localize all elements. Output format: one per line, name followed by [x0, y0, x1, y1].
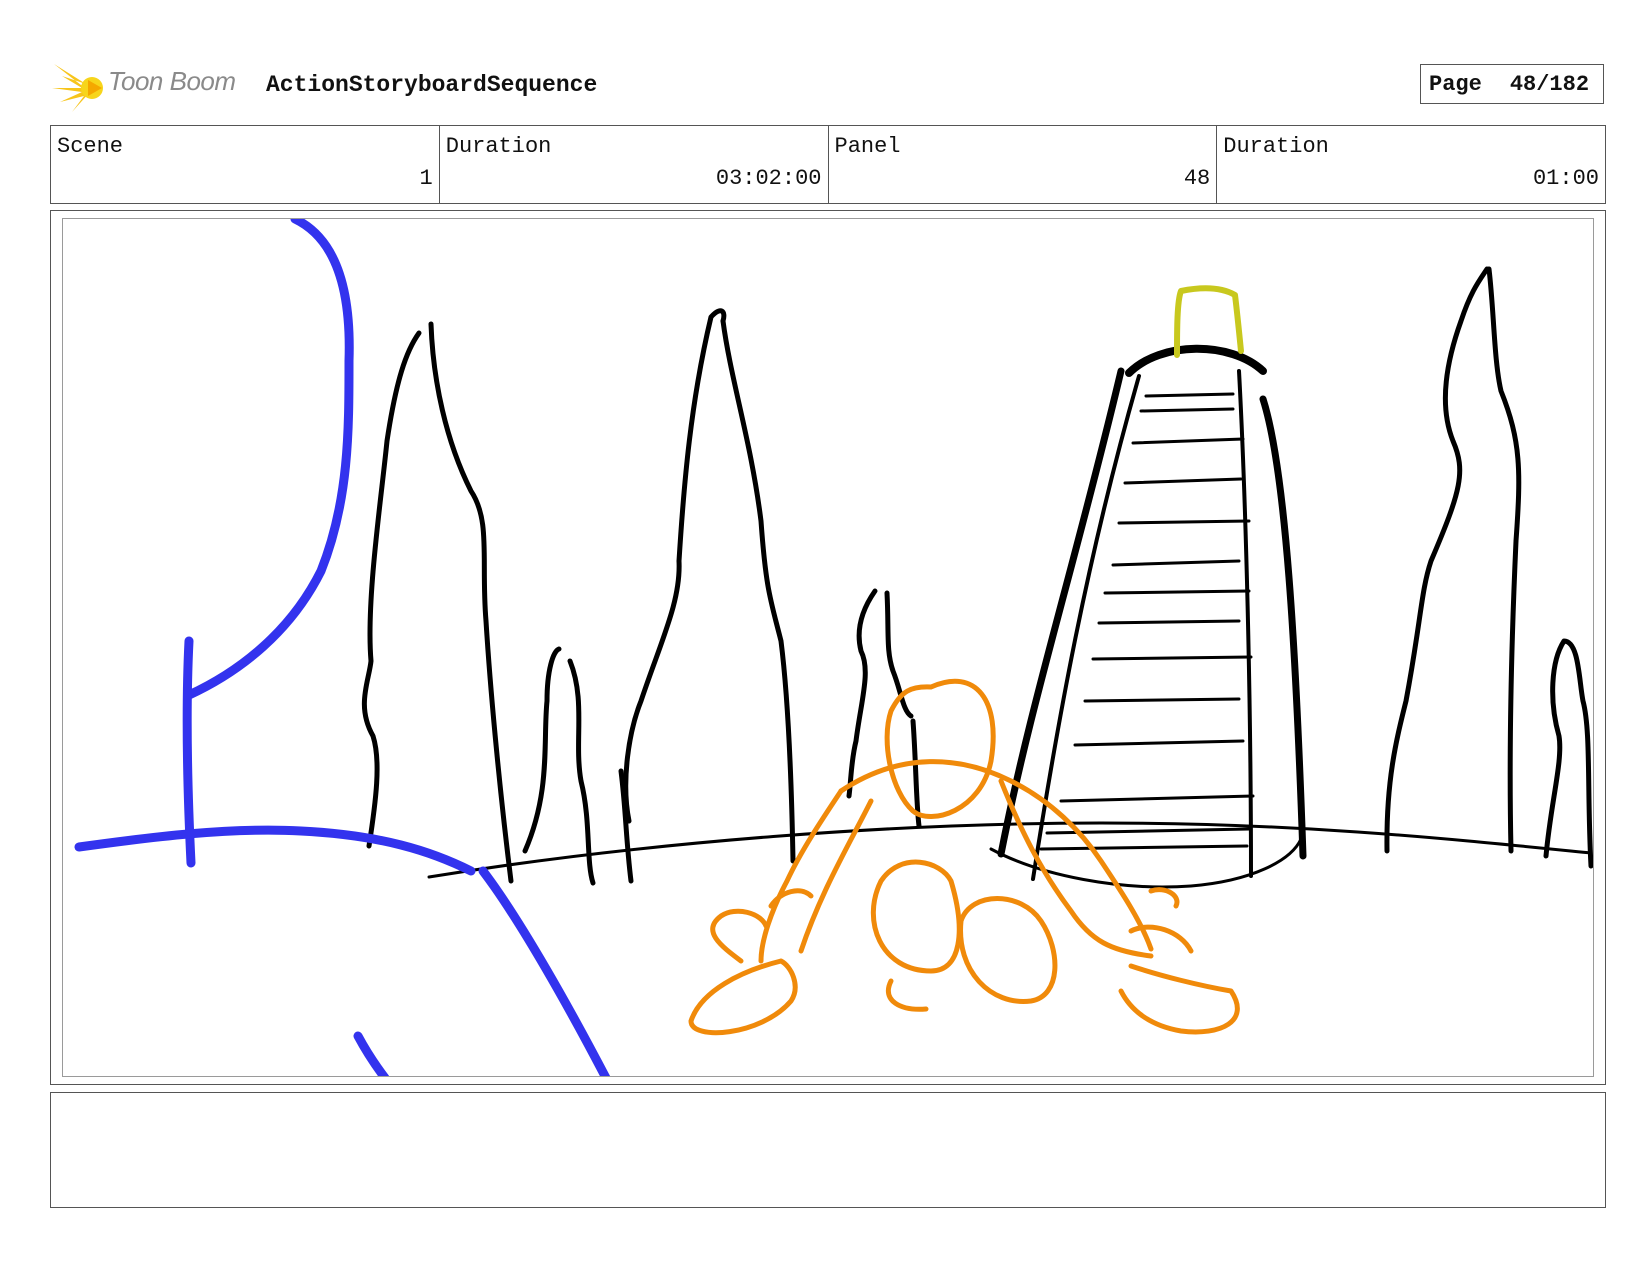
panel-sketch [74, 219, 1593, 1076]
foreground-character [74, 219, 611, 1076]
project-title: ActionStoryboardSequence [266, 72, 598, 98]
page-label: Page [1429, 71, 1482, 97]
tower [989, 344, 1307, 889]
storyboard-panel-image [62, 218, 1594, 1077]
scene-cell: Scene 1 [51, 126, 440, 203]
panel-notes [50, 1092, 1606, 1208]
scene-duration-label: Duration [445, 134, 552, 159]
panel-value: 48 [1183, 166, 1211, 191]
ground-line [427, 821, 1593, 879]
starburst-icon [52, 64, 103, 112]
scene-value: 1 [419, 166, 433, 191]
panel-duration-cell: Duration 01:00 [1217, 126, 1605, 203]
toon-boom-logo: Toon Boom [52, 58, 252, 114]
scene-duration-value: 03:02:00 [715, 166, 822, 191]
scene-duration-cell: Duration 03:02:00 [440, 126, 829, 203]
page-indicator: Page 48/182 [1420, 64, 1604, 104]
panel-cell: Panel 48 [829, 126, 1218, 203]
page-number: 48/182 [1509, 71, 1590, 97]
scene-label: Scene [57, 134, 124, 159]
tower-top [1174, 285, 1244, 358]
center-character [688, 678, 1240, 1036]
panel-duration-value: 01:00 [1532, 166, 1599, 191]
panel-duration-label: Duration [1223, 134, 1329, 159]
panel-label: Panel [834, 134, 901, 159]
brand-name: Toon Boom [108, 66, 236, 96]
panel-info-table: Scene 1 Duration 03:02:00 Panel 48 Durat… [50, 125, 1606, 204]
